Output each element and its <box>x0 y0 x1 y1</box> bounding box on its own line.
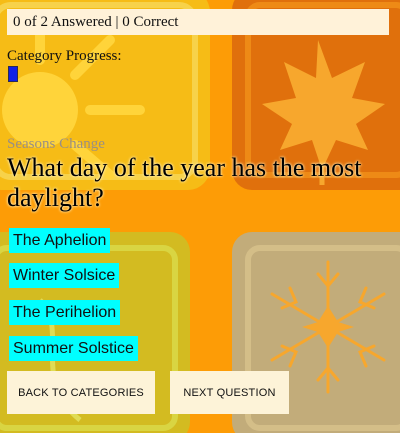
answer-option[interactable]: The Aphelion <box>9 228 111 253</box>
score-status: 0 of 2 Answered | 0 Correct <box>7 9 389 35</box>
back-to-categories-button[interactable]: BACK TO CATEGORIES <box>7 371 155 414</box>
answer-option[interactable]: The Perihelion <box>9 300 121 325</box>
quiz-container: 0 of 2 Answered | 0 Correct Category Pro… <box>0 0 400 433</box>
category-progress-bar <box>8 66 18 82</box>
category-progress-label: Category Progress: <box>7 48 122 64</box>
answer-option[interactable]: Summer Solstice <box>9 336 138 361</box>
category-name: Seasons Change <box>7 136 105 152</box>
question-text: What day of the year has the most daylig… <box>7 153 362 212</box>
next-question-button[interactable]: NEXT QUESTION <box>170 371 289 414</box>
answer-option[interactable]: Winter Solsice <box>9 263 120 288</box>
